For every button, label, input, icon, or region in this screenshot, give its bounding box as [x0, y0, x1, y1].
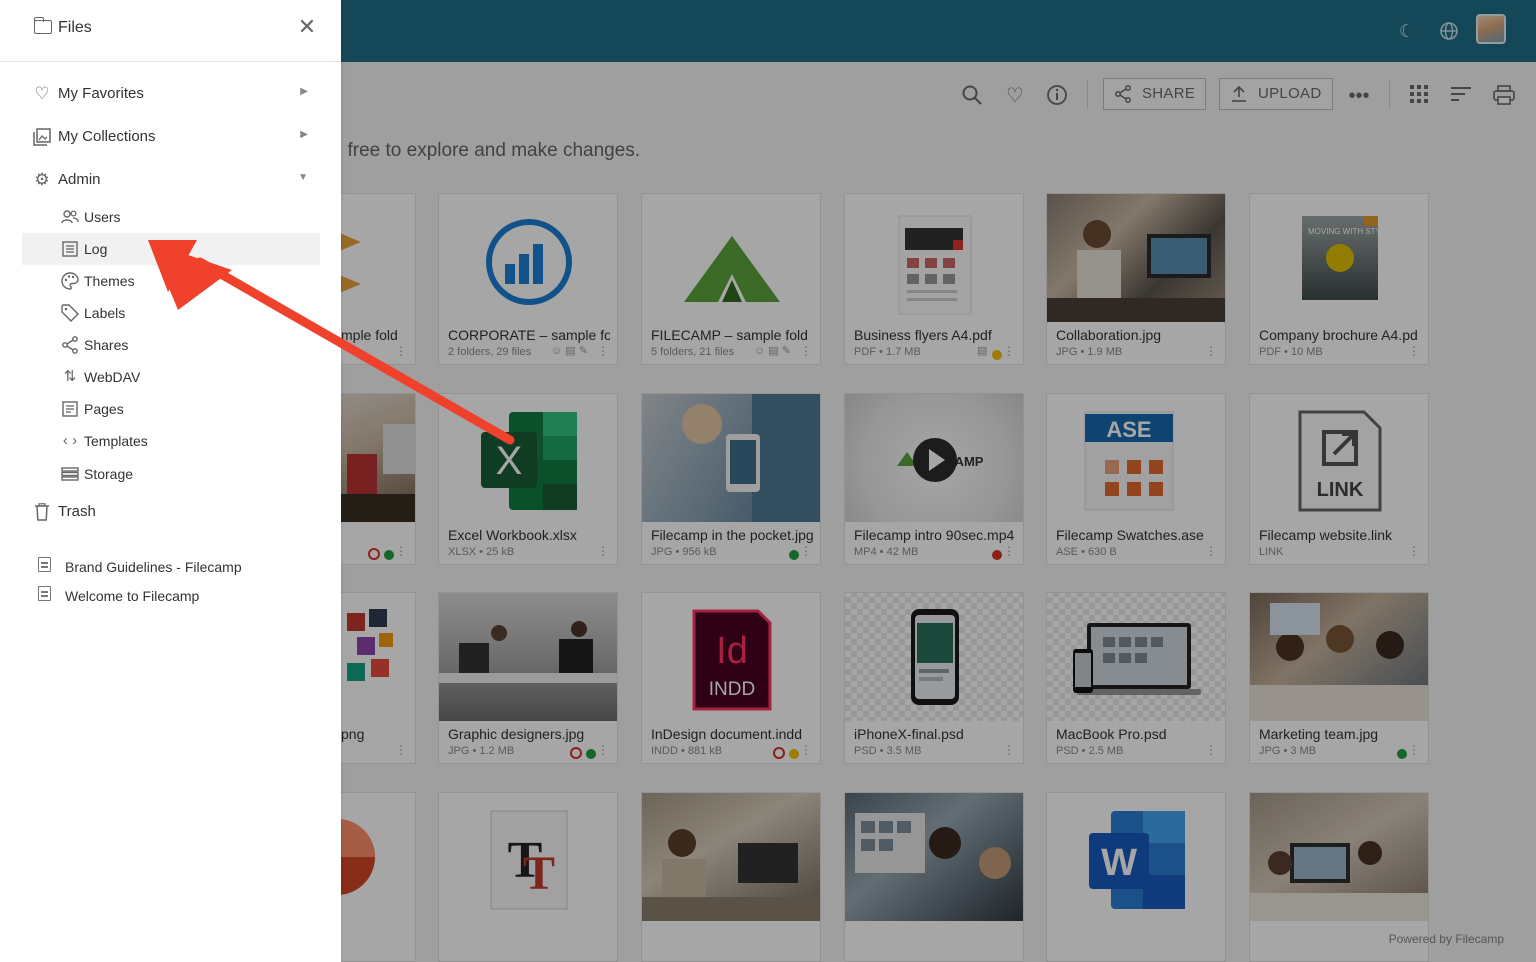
- sidebar-item-themes[interactable]: Themes: [22, 265, 320, 297]
- sidebar-item-my-collections[interactable]: My Collections ▶: [22, 121, 320, 153]
- sidebar-item-webdav[interactable]: ⇅ WebDAV: [22, 361, 320, 393]
- sidebar-item-pages[interactable]: Pages: [22, 393, 320, 425]
- powered-by-text: Powered by Filecamp: [1388, 932, 1504, 946]
- chevron-right-icon: ▶: [300, 129, 308, 140]
- sidebar-item-label: Labels: [84, 305, 126, 321]
- sidebar-item-users[interactable]: Users: [22, 201, 320, 233]
- storage-icon: [60, 464, 80, 484]
- sidebar-item-my-favorites[interactable]: ♡ My Favorites ▶: [22, 78, 320, 110]
- sidebar-page-welcome[interactable]: Welcome to Filecamp: [22, 580, 320, 612]
- document-icon: [34, 586, 54, 606]
- sidebar-item-labels[interactable]: Labels: [22, 297, 320, 329]
- sidebar-item-label: WebDAV: [84, 369, 141, 385]
- sidebar-item-trash[interactable]: Trash: [22, 496, 320, 528]
- sidebar-item-label: Storage: [84, 466, 134, 482]
- sidebar-item-label: Shares: [84, 337, 129, 353]
- sidebar-item-label: Templates: [84, 433, 148, 449]
- sidebar-item-storage[interactable]: Storage: [22, 458, 320, 490]
- sidebar-item-admin[interactable]: ⚙ Admin ▼: [22, 164, 320, 196]
- sidebar-item-label: Admin: [58, 171, 101, 188]
- sidebar-item-label: Log: [84, 241, 108, 257]
- close-icon[interactable]: ✕: [296, 16, 318, 38]
- tag-icon: [60, 303, 80, 323]
- transfer-icon: ⇅: [63, 368, 77, 385]
- page-icon: [60, 399, 80, 419]
- chevron-right-icon: ▶: [300, 86, 308, 97]
- sidebar-page-label: Brand Guidelines - Filecamp: [65, 559, 242, 575]
- sidebar-item-log[interactable]: Log: [22, 233, 320, 265]
- heart-icon: ♡: [34, 84, 50, 103]
- sidebar-header: Files ✕: [0, 0, 341, 62]
- sidebar-item-shares[interactable]: Shares: [22, 329, 320, 361]
- sidebar-page-label: Welcome to Filecamp: [65, 588, 200, 604]
- sidebar-item-label: Pages: [84, 401, 124, 417]
- sidebar-title: Files: [58, 19, 92, 36]
- chevron-down-icon: ▼: [298, 172, 308, 183]
- sidebar-drawer: Files ✕ ♡ My Favorites ▶ My Collections …: [0, 0, 341, 962]
- sidebar-item-templates[interactable]: ‹ › Templates: [22, 425, 320, 457]
- sidebar-page-brand-guidelines[interactable]: Brand Guidelines - Filecamp: [22, 551, 320, 583]
- log-icon: [60, 239, 80, 259]
- document-icon: [34, 557, 54, 577]
- sidebar-item-label: My Collections: [58, 128, 156, 145]
- trash-icon: [32, 502, 52, 522]
- sidebar-item-label: Users: [84, 209, 121, 225]
- palette-icon: [60, 271, 80, 291]
- collections-icon: [32, 127, 52, 147]
- gear-icon: ⚙: [34, 170, 50, 189]
- folder-icon: [33, 17, 52, 34]
- code-icon: ‹ ›: [62, 432, 78, 449]
- share-icon: [60, 335, 80, 355]
- sidebar-item-label: Themes: [84, 273, 135, 289]
- sidebar-item-label: My Favorites: [58, 85, 144, 102]
- sidebar-item-label: Trash: [58, 503, 96, 520]
- users-icon: [60, 207, 80, 227]
